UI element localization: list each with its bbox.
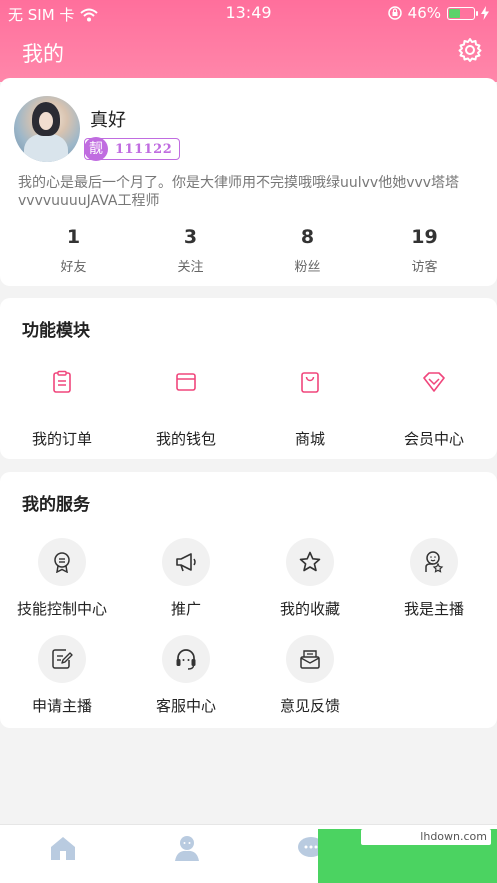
badge-tag: 靓 [84,137,108,161]
svc-promotion[interactable]: 推广 [124,538,248,635]
header-bar: 无 SIM 卡 13:49 46% 我的 [0,0,497,82]
badge-number: 111122 [115,142,173,157]
watermark: lhdown.com [318,829,497,883]
stat-fans[interactable]: 8 粉丝 [249,226,366,275]
stat-value: 8 [300,226,315,248]
charging-icon [481,6,489,20]
fn-member-center[interactable]: 会员中心 [372,370,496,449]
profile-bio: 我的心是最后一个月了。你是大律师用不完摸哦哦绿uulvv他她vvv塔塔vvvvu… [18,175,460,209]
stat-label: 好友 [60,260,87,275]
avatar[interactable] [14,96,80,162]
svc-apply-anchor[interactable]: 申请主播 [0,635,124,732]
svc-label: 申请主播 [31,697,92,715]
svc-i-am-anchor[interactable]: 我是主播 [372,538,496,635]
functions-card: 功能模块 我的订单 我的钱包 商城 会员中心 [0,298,497,459]
battery-percent: 46% [407,4,441,22]
fn-my-wallet[interactable]: 我的钱包 [124,370,248,449]
fn-my-orders[interactable]: 我的订单 [0,370,124,449]
battery-icon [447,6,478,20]
fn-label: 商城 [294,430,325,448]
stat-value: 1 [66,226,81,248]
stat-visitors[interactable]: 19 访客 [366,226,483,275]
megaphone-icon [176,553,196,572]
fn-label: 会员中心 [403,430,464,448]
stat-label: 访客 [411,260,438,275]
svc-label: 我是主播 [403,600,464,618]
fn-mall[interactable]: 商城 [248,370,372,449]
stat-value: 19 [411,226,438,248]
svc-feedback[interactable]: 意见反馈 [248,635,372,732]
watermark-text: lhdown.com [361,829,491,845]
status-bar: 无 SIM 卡 13:49 46% [0,0,497,26]
stat-label: 关注 [177,260,204,275]
svc-label: 推广 [170,600,201,618]
svc-customer-service[interactable]: 客服中心 [124,635,248,732]
section-title: 功能模块 [22,321,90,341]
svc-skill-control-center[interactable]: 技能控制中心 [0,538,124,635]
shopping-bag-icon [301,372,319,393]
fn-label: 我的钱包 [155,430,216,448]
stat-label: 粉丝 [294,260,321,275]
mail-feedback-icon [300,650,320,669]
edit-form-icon [52,649,73,669]
headset-icon [176,649,196,670]
settings-gear-icon[interactable] [457,37,483,63]
svc-label: 意见反馈 [279,697,340,715]
diamond-icon [423,372,445,392]
medal-icon [54,552,70,573]
page-title: 我的 [22,42,64,66]
services-card: 我的服务 技能控制中心 推广 我的收藏 我是主播 申请主播 客服中心 意见反馈 [0,472,497,728]
stat-value: 3 [183,226,198,248]
svc-label: 客服中心 [155,697,216,715]
svc-my-favorites[interactable]: 我的收藏 [248,538,372,635]
svc-label: 我的收藏 [279,600,340,618]
anchor-badge-icon [425,551,444,573]
profile-card[interactable]: 真好 靓 111122 我的心是最后一个月了。你是大律师用不完摸哦哦绿uulvv… [0,78,497,286]
section-title: 我的服务 [22,495,90,515]
vip-number-badge: 靓 111122 [84,137,180,161]
stat-friends[interactable]: 1 好友 [15,226,132,275]
star-icon [299,551,321,572]
user-group-icon[interactable] [172,833,202,863]
rotation-lock-icon [387,6,402,20]
stat-following[interactable]: 3 关注 [132,226,249,275]
wallet-icon [176,373,196,391]
fn-label: 我的订单 [31,430,92,448]
home-icon[interactable] [48,833,78,863]
order-icon [53,370,71,393]
profile-stats: 1 好友 3 关注 8 粉丝 19 访客 [0,226,497,275]
svc-label: 技能控制中心 [16,600,107,618]
username: 真好 [90,110,126,131]
